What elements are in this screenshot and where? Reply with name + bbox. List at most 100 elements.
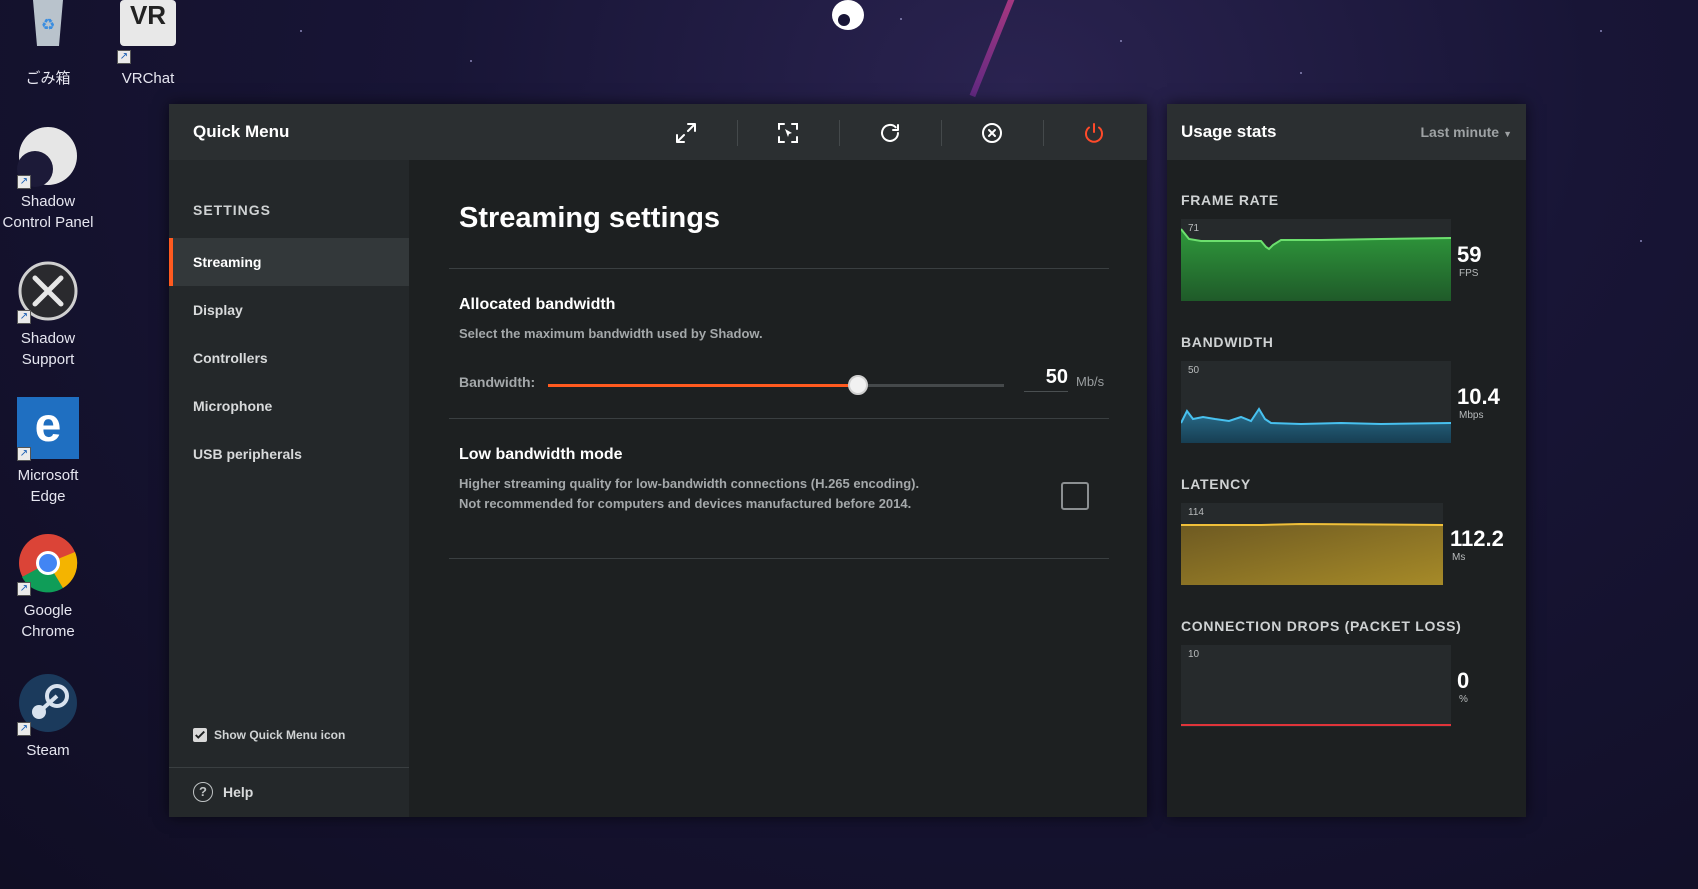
background-beam bbox=[969, 0, 1017, 98]
period-dropdown[interactable]: Last minute ▼ bbox=[1421, 124, 1513, 140]
quick-menu-window: Quick Menu SETTINGS Streaming Display Co… bbox=[169, 104, 1147, 817]
latency-graph: 114 bbox=[1181, 503, 1443, 585]
desktop-icon-label: Steam bbox=[26, 742, 70, 759]
desktop-icon-steam[interactable]: ↗ Steam bbox=[0, 672, 96, 761]
shortcut-arrow-icon: ↗ bbox=[117, 50, 131, 64]
bandwidth-slider-label: Bandwidth: bbox=[459, 374, 536, 390]
bandwidth-graph: 50 bbox=[1181, 361, 1451, 443]
show-quick-menu-icon-checkbox[interactable] bbox=[193, 728, 207, 742]
quick-menu-header: Quick Menu bbox=[169, 104, 1147, 160]
edge-icon: e ↗ bbox=[17, 397, 79, 461]
refresh-button[interactable] bbox=[873, 116, 907, 150]
frame-rate-unit: FPS bbox=[1459, 268, 1479, 279]
bandwidth-stat-unit: Mbps bbox=[1459, 410, 1484, 421]
bandwidth-description: Select the maximum bandwidth used by Sha… bbox=[459, 326, 763, 341]
page-title: Streaming settings bbox=[459, 202, 721, 234]
chrome-icon: ↗ bbox=[17, 532, 79, 596]
star bbox=[1600, 30, 1602, 32]
desktop-icon-label: Shadow Control Panel bbox=[2, 193, 94, 231]
graph-max-label: 50 bbox=[1188, 365, 1200, 376]
bandwidth-unit: Mb/s bbox=[1076, 374, 1105, 389]
packet-loss-unit: % bbox=[1459, 694, 1468, 705]
sidebar-item-label: Controllers bbox=[193, 350, 268, 366]
toolbar-divider bbox=[737, 120, 738, 146]
frame-rate-graph: 71 bbox=[1181, 219, 1451, 301]
chevron-down-icon: ▼ bbox=[1503, 129, 1512, 139]
graph-max-label: 71 bbox=[1188, 223, 1200, 234]
help-link[interactable]: ? Help bbox=[193, 782, 253, 802]
sidebar-item-label: Microphone bbox=[193, 398, 273, 414]
usage-stats-title: Usage stats bbox=[1181, 122, 1277, 141]
sidebar-item-usb-peripherals[interactable]: USB peripherals bbox=[169, 430, 409, 478]
packet-loss-value: 0 bbox=[1457, 668, 1470, 693]
capture-cursor-button[interactable] bbox=[771, 116, 805, 150]
sidebar-item-display[interactable]: Display bbox=[169, 286, 409, 334]
bandwidth-stat-label: BANDWIDTH bbox=[1181, 334, 1274, 350]
usage-stats-header: Usage stats Last minute ▼ bbox=[1167, 104, 1526, 160]
desktop-icon-label: VRChat bbox=[121, 70, 175, 87]
close-stream-button[interactable] bbox=[975, 116, 1009, 150]
quick-menu-title: Quick Menu bbox=[193, 122, 290, 141]
star bbox=[1640, 240, 1642, 242]
bandwidth-slider-fill bbox=[548, 384, 859, 387]
desktop-icon-label: Microsoft Edge bbox=[17, 467, 79, 505]
sidebar-item-streaming[interactable]: Streaming bbox=[169, 238, 409, 286]
latency-label: LATENCY bbox=[1181, 476, 1251, 492]
desktop-icon-vrchat[interactable]: VR ↗ VRChat bbox=[100, 0, 196, 89]
vrchat-logo-text: VR bbox=[120, 0, 176, 46]
shortcut-arrow-icon: ↗ bbox=[17, 310, 31, 324]
desktop-icon-shadow-support[interactable]: ↗ Shadow Support bbox=[0, 260, 96, 370]
low-bandwidth-checkbox[interactable] bbox=[1061, 482, 1089, 510]
sidebar-heading: SETTINGS bbox=[193, 202, 272, 218]
section-divider bbox=[449, 268, 1109, 269]
latency-value: 112.2 bbox=[1450, 526, 1504, 551]
close-circle-icon bbox=[982, 123, 1002, 143]
bandwidth-value[interactable]: 50 bbox=[1024, 366, 1068, 392]
desktop-icon-shadow-control-panel[interactable]: ↗ Shadow Control Panel bbox=[0, 125, 96, 233]
show-quick-menu-icon-label: Show Quick Menu icon bbox=[214, 728, 346, 742]
bandwidth-slider-thumb[interactable] bbox=[848, 375, 869, 395]
section-divider bbox=[449, 558, 1109, 559]
toolbar-divider bbox=[941, 120, 942, 146]
usage-stats-panel: Usage stats Last minute ▼ FRAME RATE 71 5… bbox=[1167, 104, 1526, 817]
bandwidth-heading: Allocated bandwidth bbox=[459, 296, 616, 313]
desktop-icon-google-chrome[interactable]: ↗ Google Chrome bbox=[0, 532, 96, 642]
help-icon: ? bbox=[193, 782, 213, 802]
sidebar-item-label: Streaming bbox=[193, 254, 262, 270]
graph-max-label: 10 bbox=[1188, 649, 1200, 660]
desktop-icon-recycle-bin[interactable]: ♻ ごみ箱 bbox=[0, 0, 96, 89]
low-bandwidth-description: Higher streaming quality for low-bandwid… bbox=[459, 476, 920, 511]
svg-text:♻: ♻ bbox=[41, 15, 55, 34]
shortcut-arrow-icon: ↗ bbox=[17, 175, 31, 189]
shadow-icon: ↗ bbox=[17, 125, 79, 189]
toolbar-divider bbox=[839, 120, 840, 146]
help-label: Help bbox=[223, 784, 254, 800]
steam-icon: ↗ bbox=[17, 672, 79, 736]
sidebar-divider bbox=[169, 767, 409, 768]
fullscreen-button[interactable] bbox=[669, 116, 703, 150]
bandwidth-slider[interactable] bbox=[548, 375, 1004, 395]
desktop-icon-microsoft-edge[interactable]: e ↗ Microsoft Edge bbox=[0, 397, 96, 507]
power-button[interactable] bbox=[1077, 116, 1111, 150]
section-divider bbox=[449, 418, 1109, 419]
star bbox=[900, 18, 902, 20]
star bbox=[470, 60, 472, 62]
frame-rate-value: 59 bbox=[1457, 242, 1482, 267]
refresh-icon bbox=[881, 123, 899, 142]
frame-rate-label: FRAME RATE bbox=[1181, 192, 1279, 208]
star bbox=[1120, 40, 1122, 42]
desktop-icon-label: Google Chrome bbox=[21, 602, 75, 640]
support-tools-icon: ↗ bbox=[17, 260, 79, 324]
sidebar-item-microphone[interactable]: Microphone bbox=[169, 382, 409, 430]
recycle-bin-icon: ♻ bbox=[17, 0, 79, 62]
low-bandwidth-heading: Low bandwidth mode bbox=[459, 446, 623, 463]
shortcut-arrow-icon: ↗ bbox=[17, 447, 31, 461]
show-quick-menu-icon-option[interactable]: Show Quick Menu icon bbox=[193, 728, 345, 742]
sidebar-item-label: Display bbox=[193, 302, 243, 318]
packet-loss-label: CONNECTION DROPS (PACKET LOSS) bbox=[1181, 618, 1462, 634]
streaming-settings-panel: Streaming settings Allocated bandwidth S… bbox=[409, 160, 1147, 817]
checkmark-icon bbox=[195, 730, 205, 739]
fullscreen-icon bbox=[676, 123, 696, 143]
desktop-icon-label: ごみ箱 bbox=[25, 70, 71, 87]
sidebar-item-controllers[interactable]: Controllers bbox=[169, 334, 409, 382]
